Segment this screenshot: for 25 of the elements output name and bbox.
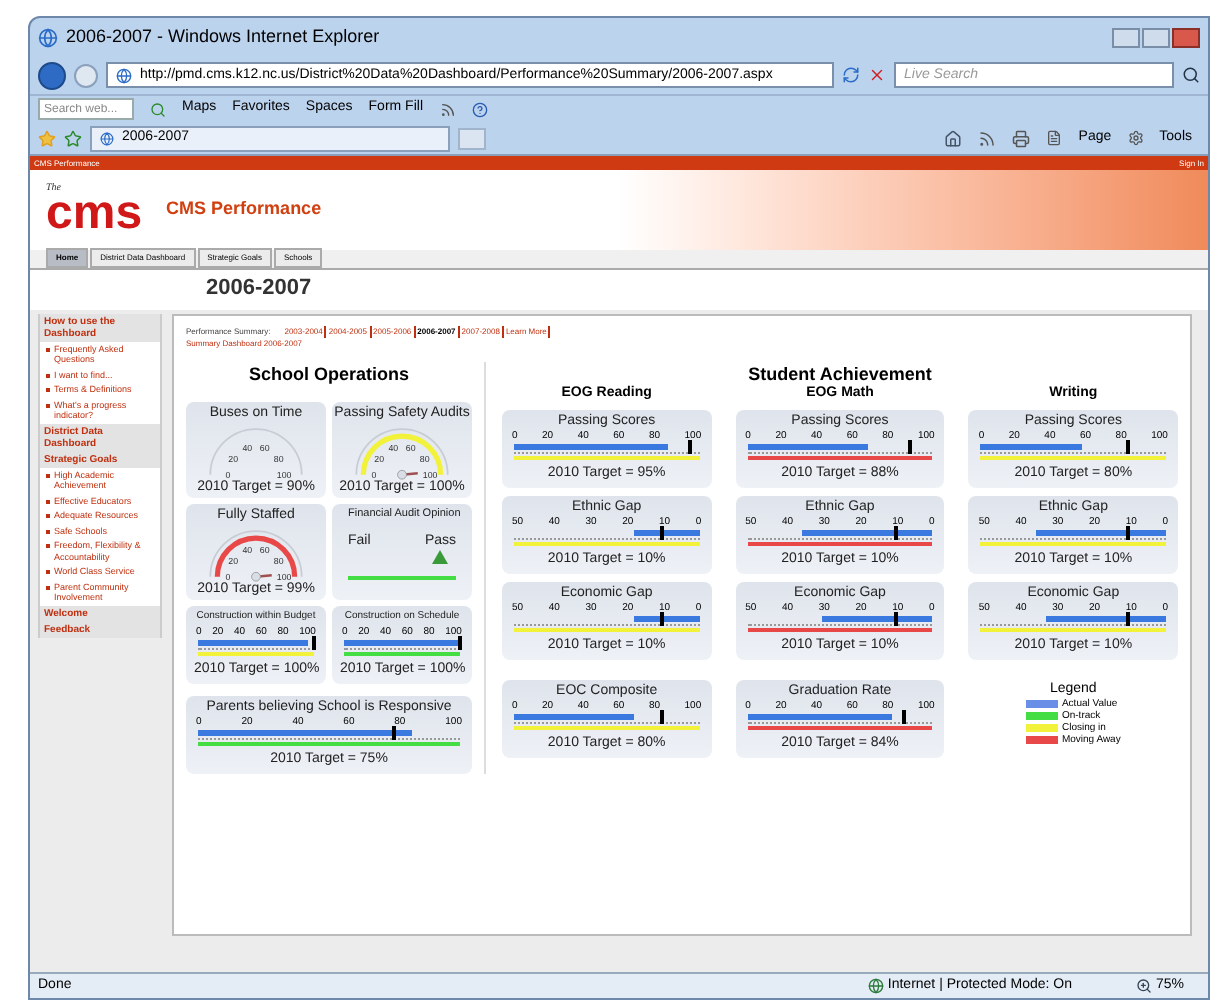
dial-arc: [209, 427, 303, 475]
help-icon[interactable]: [471, 101, 487, 118]
home-icon[interactable]: [944, 129, 963, 148]
print-icon[interactable]: [1012, 129, 1031, 148]
gear-icon[interactable]: [1127, 130, 1144, 147]
section-title: Student Achievement: [746, 361, 934, 385]
internet-zone-icon: [867, 978, 884, 995]
back-button[interactable]: [38, 61, 66, 90]
window-title: 2006-2007 - Windows Internet Explorer: [66, 24, 380, 51]
site-logo: cms: [46, 194, 143, 235]
feed-icon[interactable]: [439, 101, 455, 118]
section-title: School Operations: [246, 361, 411, 386]
page-title: 2006-2007: [206, 274, 312, 305]
add-favorite-icon[interactable]: [64, 129, 82, 148]
site-heading: CMS Performance: [166, 195, 322, 222]
browser-icon: [38, 27, 58, 48]
stop-icon[interactable]: [868, 66, 886, 85]
page-icon: [100, 131, 114, 146]
zoom-icon[interactable]: [1135, 978, 1152, 995]
close-button[interactable]: [1172, 27, 1200, 48]
page-icon[interactable]: [1046, 130, 1063, 147]
page-icon: [116, 67, 132, 84]
feed-icon[interactable]: [978, 129, 997, 148]
refresh-icon[interactable]: [842, 66, 860, 85]
search-icon[interactable]: [1182, 66, 1200, 85]
